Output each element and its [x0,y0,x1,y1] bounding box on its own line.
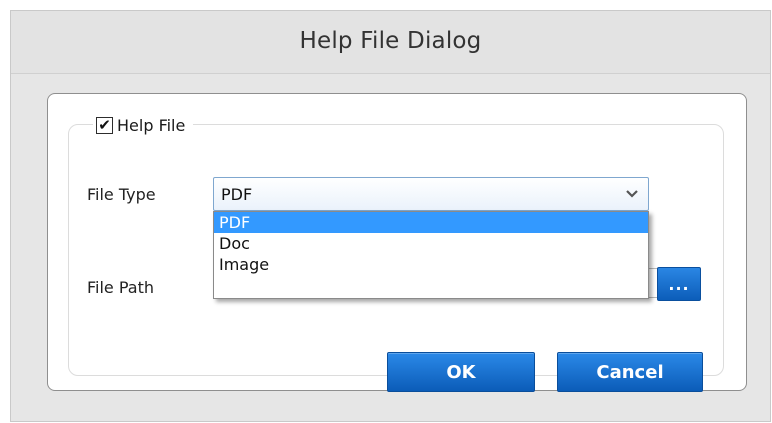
file-type-select[interactable]: PDF [213,177,649,211]
help-file-legend[interactable]: ✔ Help File [93,112,194,138]
file-path-label: File Path [87,278,155,297]
help-file-checkbox[interactable]: ✔ [96,115,113,134]
help-file-groupbox: ✔ Help File File Type PDF File Path ... … [68,112,724,392]
dialog-title: Help File Dialog [299,28,482,54]
dropdown-option-image[interactable]: Image [214,254,648,275]
title-bar: Help File Dialog [11,11,770,74]
dropdown-option-doc[interactable]: Doc [214,233,648,254]
dropdown-option-pdf[interactable]: PDF [214,212,648,233]
browse-button[interactable]: ... [657,267,701,301]
help-file-label: Help File [117,115,186,135]
dialog-window: Help File Dialog ✔ Help File File Type P… [10,10,771,422]
dialog-panel: ✔ Help File File Type PDF File Path ... … [47,93,747,392]
ok-button[interactable]: OK [387,352,535,392]
check-icon: ✔ [98,115,111,134]
file-type-label: File Type [87,185,156,204]
file-type-dropdown-list: PDF Doc Image [213,211,649,299]
chevron-down-icon[interactable] [620,184,644,204]
file-type-selected-value: PDF [221,184,253,204]
cancel-button[interactable]: Cancel [557,352,703,392]
